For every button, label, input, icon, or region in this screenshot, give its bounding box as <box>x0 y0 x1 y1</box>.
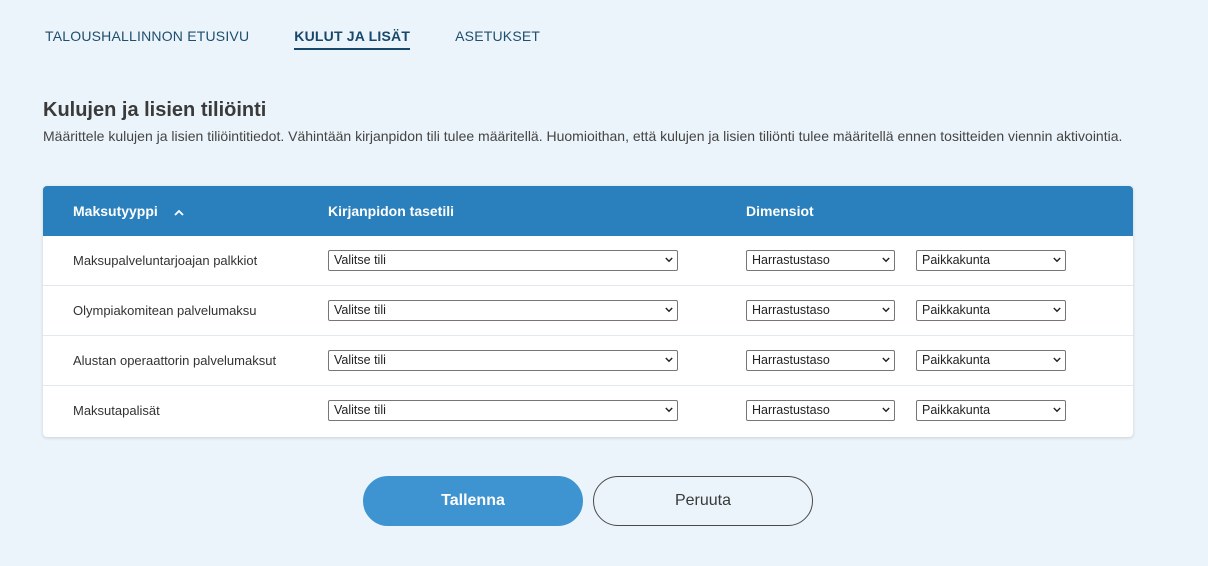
dimension-harrastustaso-select[interactable]: Harrastustaso <box>746 300 895 321</box>
dimension-harrastustaso-select[interactable]: Harrastustaso <box>746 250 895 271</box>
chevron-down-icon <box>882 357 890 363</box>
dimension-select-value: Paikkakunta <box>922 253 991 267</box>
page-title: Kulujen ja lisien tiliöinti <box>43 99 267 121</box>
chevron-down-icon <box>1053 307 1061 313</box>
account-select-value: Valitse tili <box>334 353 386 367</box>
chevron-down-icon <box>665 307 673 313</box>
tab-asetukset[interactable]: ASETUKSET <box>455 28 540 50</box>
dimension-select-value: Harrastustaso <box>752 253 830 267</box>
dimension-select-value: Harrastustaso <box>752 403 830 417</box>
table-row: Maksupalveluntarjoajan palkkiot Valitse … <box>43 236 1133 286</box>
expense-accounting-table: Maksutyyppi Kirjanpidon tasetili Dimensi… <box>43 186 1133 437</box>
account-select[interactable]: Valitse tili <box>328 400 678 421</box>
chevron-down-icon <box>1053 357 1061 363</box>
sort-ascending-icon[interactable] <box>174 188 184 238</box>
dimension-paikkakunta-select[interactable]: Paikkakunta <box>916 400 1066 421</box>
account-select-value: Valitse tili <box>334 253 386 267</box>
cancel-button[interactable]: Peruuta <box>593 476 813 526</box>
table-header: Maksutyyppi Kirjanpidon tasetili Dimensi… <box>43 186 1133 236</box>
column-header-account: Kirjanpidon tasetili <box>328 203 455 219</box>
top-navigation: TALOUSHALLINNON ETUSIVU KULUT JA LISÄT A… <box>45 28 585 50</box>
dimension-paikkakunta-select[interactable]: Paikkakunta <box>916 250 1066 271</box>
chevron-down-icon <box>1053 407 1061 413</box>
tab-taloushallinnon-etusivu[interactable]: TALOUSHALLINNON ETUSIVU <box>45 28 249 50</box>
dimension-select-value: Paikkakunta <box>922 353 991 367</box>
dimension-paikkakunta-select[interactable]: Paikkakunta <box>916 300 1066 321</box>
account-select-value: Valitse tili <box>334 303 386 317</box>
dimension-select-value: Harrastustaso <box>752 303 830 317</box>
row-type-label: Alustan operaattorin palvelumaksut <box>73 353 277 368</box>
chevron-down-icon <box>882 257 890 263</box>
row-type-label: Maksupalveluntarjoajan palkkiot <box>73 253 258 268</box>
chevron-down-icon <box>665 257 673 263</box>
chevron-down-icon <box>1053 257 1061 263</box>
dimension-harrastustaso-select[interactable]: Harrastustaso <box>746 350 895 371</box>
column-header-dimensions: Dimensiot <box>746 203 814 219</box>
dimension-harrastustaso-select[interactable]: Harrastustaso <box>746 400 895 421</box>
row-type-label: Maksutapalisät <box>73 403 160 418</box>
table-row: Alustan operaattorin palvelumaksut Valit… <box>43 336 1133 386</box>
column-header-label: Maksutyyppi <box>73 203 158 219</box>
account-select[interactable]: Valitse tili <box>328 350 678 371</box>
chevron-down-icon <box>665 357 673 363</box>
chevron-down-icon <box>882 307 890 313</box>
account-select[interactable]: Valitse tili <box>328 300 678 321</box>
tab-kulut-ja-lisat[interactable]: KULUT JA LISÄT <box>294 28 411 50</box>
table-row: Olympiakomitean palvelumaksu Valitse til… <box>43 286 1133 336</box>
column-header-maksutyyppi[interactable]: Maksutyyppi <box>73 186 184 236</box>
dimension-select-value: Paikkakunta <box>922 303 991 317</box>
account-select[interactable]: Valitse tili <box>328 250 678 271</box>
dimension-select-value: Paikkakunta <box>922 403 991 417</box>
chevron-down-icon <box>882 407 890 413</box>
dimension-paikkakunta-select[interactable]: Paikkakunta <box>916 350 1066 371</box>
dimension-select-value: Harrastustaso <box>752 353 830 367</box>
account-select-value: Valitse tili <box>334 403 386 417</box>
row-type-label: Olympiakomitean palvelumaksu <box>73 303 257 318</box>
save-button[interactable]: Tallenna <box>363 476 583 526</box>
page-description: Määrittele kulujen ja lisien tiliöintiti… <box>43 128 1123 144</box>
table-row: Maksutapalisät Valitse tili Harrastustas… <box>43 386 1133 436</box>
chevron-down-icon <box>665 407 673 413</box>
